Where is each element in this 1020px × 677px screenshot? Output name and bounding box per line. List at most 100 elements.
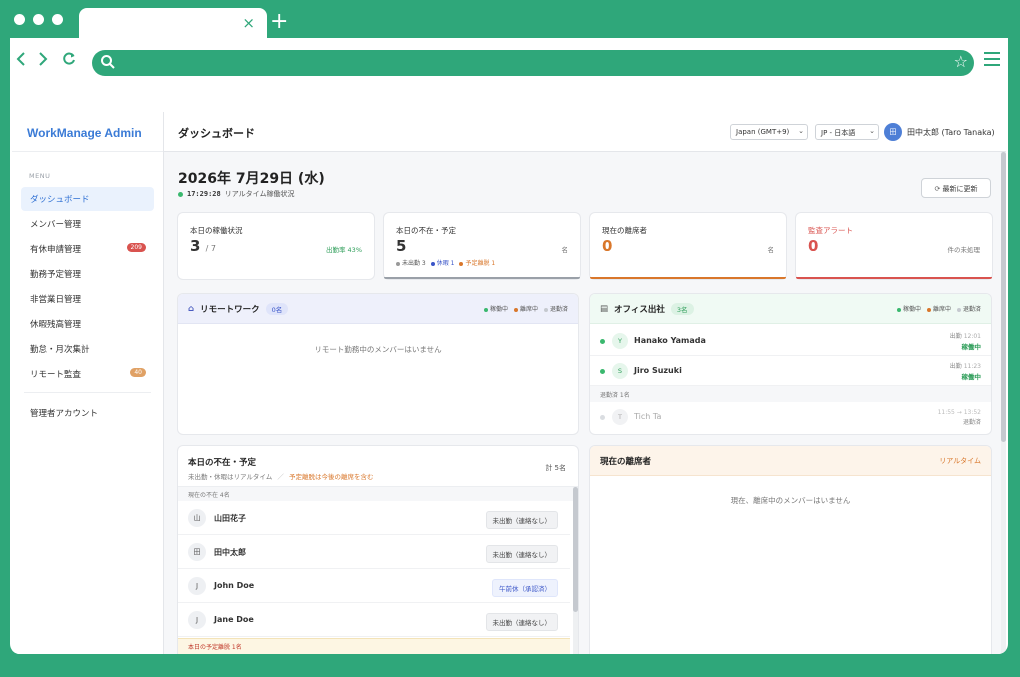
check-in-time: 12:01 — [963, 333, 981, 340]
star-icon[interactable]: ☆ — [954, 54, 968, 70]
browser-toolbar: ☆ — [10, 38, 1008, 86]
avatar: 田 — [188, 543, 206, 561]
time-column: 出勤 11:23 稼働中 — [950, 362, 981, 383]
stat-unit: 名 — [767, 246, 775, 254]
window-dot[interactable] — [52, 14, 63, 25]
refresh-icon: ⟳ — [934, 185, 941, 193]
window-dot[interactable] — [33, 14, 44, 25]
stat-label: 監査アラート — [808, 226, 853, 235]
window-dot[interactable] — [14, 14, 25, 25]
language-select[interactable]: JP - 日本語 ⌄ — [815, 124, 879, 140]
close-icon[interactable]: × — [242, 14, 255, 32]
stat-accent-bar — [796, 277, 992, 279]
member-name: 田中太郎 — [214, 548, 246, 557]
live-indicator: リアルタイム — [939, 456, 981, 465]
status-badge: 午前休（承認済） — [492, 579, 558, 597]
legend-item: 休暇 1 — [430, 258, 454, 267]
member-row[interactable]: Y Hanako Yamada 出勤 12:01 稼働中 — [590, 326, 991, 356]
member-row[interactable]: T Tich Ta 11:55 → 13:52 退勤済 — [590, 402, 991, 432]
absent-row[interactable]: 田 田中太郎 未出勤（連絡なし） — [178, 535, 570, 569]
forward-icon[interactable] — [38, 50, 48, 71]
reload-icon[interactable] — [62, 50, 76, 71]
legend-item: 離席中 — [513, 304, 538, 313]
time-range: 11:55 → 13:52 — [937, 409, 981, 416]
panel-title: 現在の離席者 — [600, 456, 652, 467]
sidebar-item-non-business-days[interactable]: 非営業日管理 — [21, 287, 154, 311]
sidebar-item-dashboard[interactable]: ダッシュボード — [21, 187, 154, 211]
browser-menu-icon[interactable] — [984, 52, 1000, 70]
new-tab-icon[interactable]: + — [270, 11, 288, 33]
sidebar-item-label: 休暇残高管理 — [30, 320, 82, 330]
scrollbar-thumb[interactable] — [573, 487, 578, 612]
work-state: 退勤済 — [962, 419, 981, 426]
stat-card-alerts[interactable]: 監査アラート 0 件の未処理 — [796, 213, 992, 279]
divider — [24, 392, 151, 393]
section-label: 現在の不在 4名 — [178, 487, 578, 501]
brand-logo[interactable]: WorkManage Admin — [12, 112, 163, 152]
browser-tab[interactable]: × — [79, 8, 267, 40]
count-badge: 0名 — [265, 302, 289, 315]
refresh-button[interactable]: ⟳ 最新に更新 — [921, 178, 991, 198]
status-dot-icon — [600, 339, 605, 344]
timezone-select[interactable]: Japan (GMT+9) ⌄ — [730, 124, 808, 140]
stat-card-absent: 本日の不在・予定 5 名 未出勤 3 休暇 1 予定離脱 1 — [384, 213, 580, 279]
check-in-time: 11:23 — [963, 363, 981, 370]
stat-card-working: 本日の稼働状況 3 / 7 出勤率 43% — [178, 213, 374, 279]
home-icon: ⌂ — [188, 303, 195, 314]
panel-title: 本日の不在・予定 — [188, 458, 257, 468]
member-row[interactable]: S Jiro Suzuki 出勤 11:23 稼働中 — [590, 356, 991, 386]
timezone-value: Japan (GMT+9) — [736, 128, 790, 136]
chevron-down-icon: ⌄ — [798, 127, 804, 135]
avatar: S — [612, 363, 628, 379]
subtitle-sep: ／ — [277, 473, 284, 481]
avatar: Y — [612, 333, 628, 349]
sidebar-item-label: ダッシュボード — [30, 195, 90, 205]
sidebar-item-leave-balance[interactable]: 休暇残高管理 — [21, 312, 154, 336]
avatar: J — [188, 611, 206, 629]
stat-value: 0 — [602, 237, 613, 255]
section-label: 本日の予定離脱 1名 — [178, 638, 570, 654]
top-header: ダッシュボード Japan (GMT+9) ⌄ JP - 日本語 ⌄ 田 田中太… — [164, 112, 1006, 152]
sidebar-item-label: リモート監査 — [30, 370, 82, 380]
user-menu[interactable]: 田 田中太郎 (Taro Tanaka) — [884, 123, 995, 141]
sidebar-item-leave-requests[interactable]: 有休申請管理 209 — [21, 237, 154, 261]
live-status: 17:29:28 リアルタイム稼働状況 — [178, 189, 295, 199]
absent-row[interactable]: J John Doe 午前休（承認済） — [178, 569, 570, 603]
status-badge: 未出勤（連絡なし） — [485, 545, 558, 563]
sidebar-item-schedule[interactable]: 勤務予定管理 — [21, 262, 154, 286]
sidebar-item-admin-account[interactable]: 管理者アカウント — [21, 401, 154, 425]
sidebar: WorkManage Admin MENU ダッシュボード メンバー管理 有休申… — [12, 112, 164, 654]
address-bar[interactable]: ☆ — [92, 50, 974, 76]
stat-value: 3 / 7 — [190, 237, 216, 255]
legend-item: 稼働中 — [896, 304, 921, 313]
main-content: 2026年 7月29日 (水) 17:29:28 リアルタイム稼働状況 ⟳ 最新… — [164, 152, 1006, 654]
count-badge: 3名 — [670, 302, 694, 315]
remote-work-panel: ⌂ リモートワーク 0名 稼働中 離席中 退勤済 リモート勤務中のメンバーはいま… — [178, 294, 578, 434]
panel-header: 現在の離席者 リアルタイム — [590, 446, 991, 476]
page-scrollbar[interactable] — [1001, 152, 1006, 654]
stat-sub: / 7 — [205, 244, 216, 253]
absent-row[interactable]: J Jane Doe 未出勤（連絡なし） — [178, 603, 570, 637]
absent-row[interactable]: 山 山田花子 未出勤（連絡なし） — [178, 501, 570, 535]
sidebar-item-remote-audit[interactable]: リモート監査 40 — [21, 362, 154, 386]
member-name: John Doe — [214, 581, 255, 590]
back-icon[interactable] — [16, 50, 26, 71]
attendance-rate: 出勤率 43% — [325, 246, 362, 254]
sidebar-item-monthly-summary[interactable]: 勤怠・月次集計 — [21, 337, 154, 361]
window-controls — [14, 14, 63, 25]
sidebar-item-label: 管理者アカウント — [30, 409, 99, 419]
sidebar-item-label: 勤務予定管理 — [30, 270, 82, 280]
office-panel: ▤ オフィス出社 3名 稼働中 離席中 退勤済 Y Hanako Yamada — [590, 294, 991, 434]
total-count: 計 5名 — [545, 464, 566, 472]
chevron-down-icon: ⌄ — [869, 127, 875, 135]
member-name: Tich Ta — [634, 412, 662, 421]
member-name: Jane Doe — [214, 615, 254, 624]
live-label: リアルタイム稼働状況 — [224, 190, 295, 198]
sidebar-item-members[interactable]: メンバー管理 — [21, 212, 154, 236]
stat-value: 0 — [808, 237, 819, 255]
scrollbar-thumb[interactable] — [1001, 152, 1006, 442]
work-state: 稼働中 — [961, 343, 982, 351]
menu-label: MENU — [29, 172, 51, 180]
member-name: 山田花子 — [214, 514, 246, 523]
scrollbar[interactable] — [573, 487, 578, 654]
